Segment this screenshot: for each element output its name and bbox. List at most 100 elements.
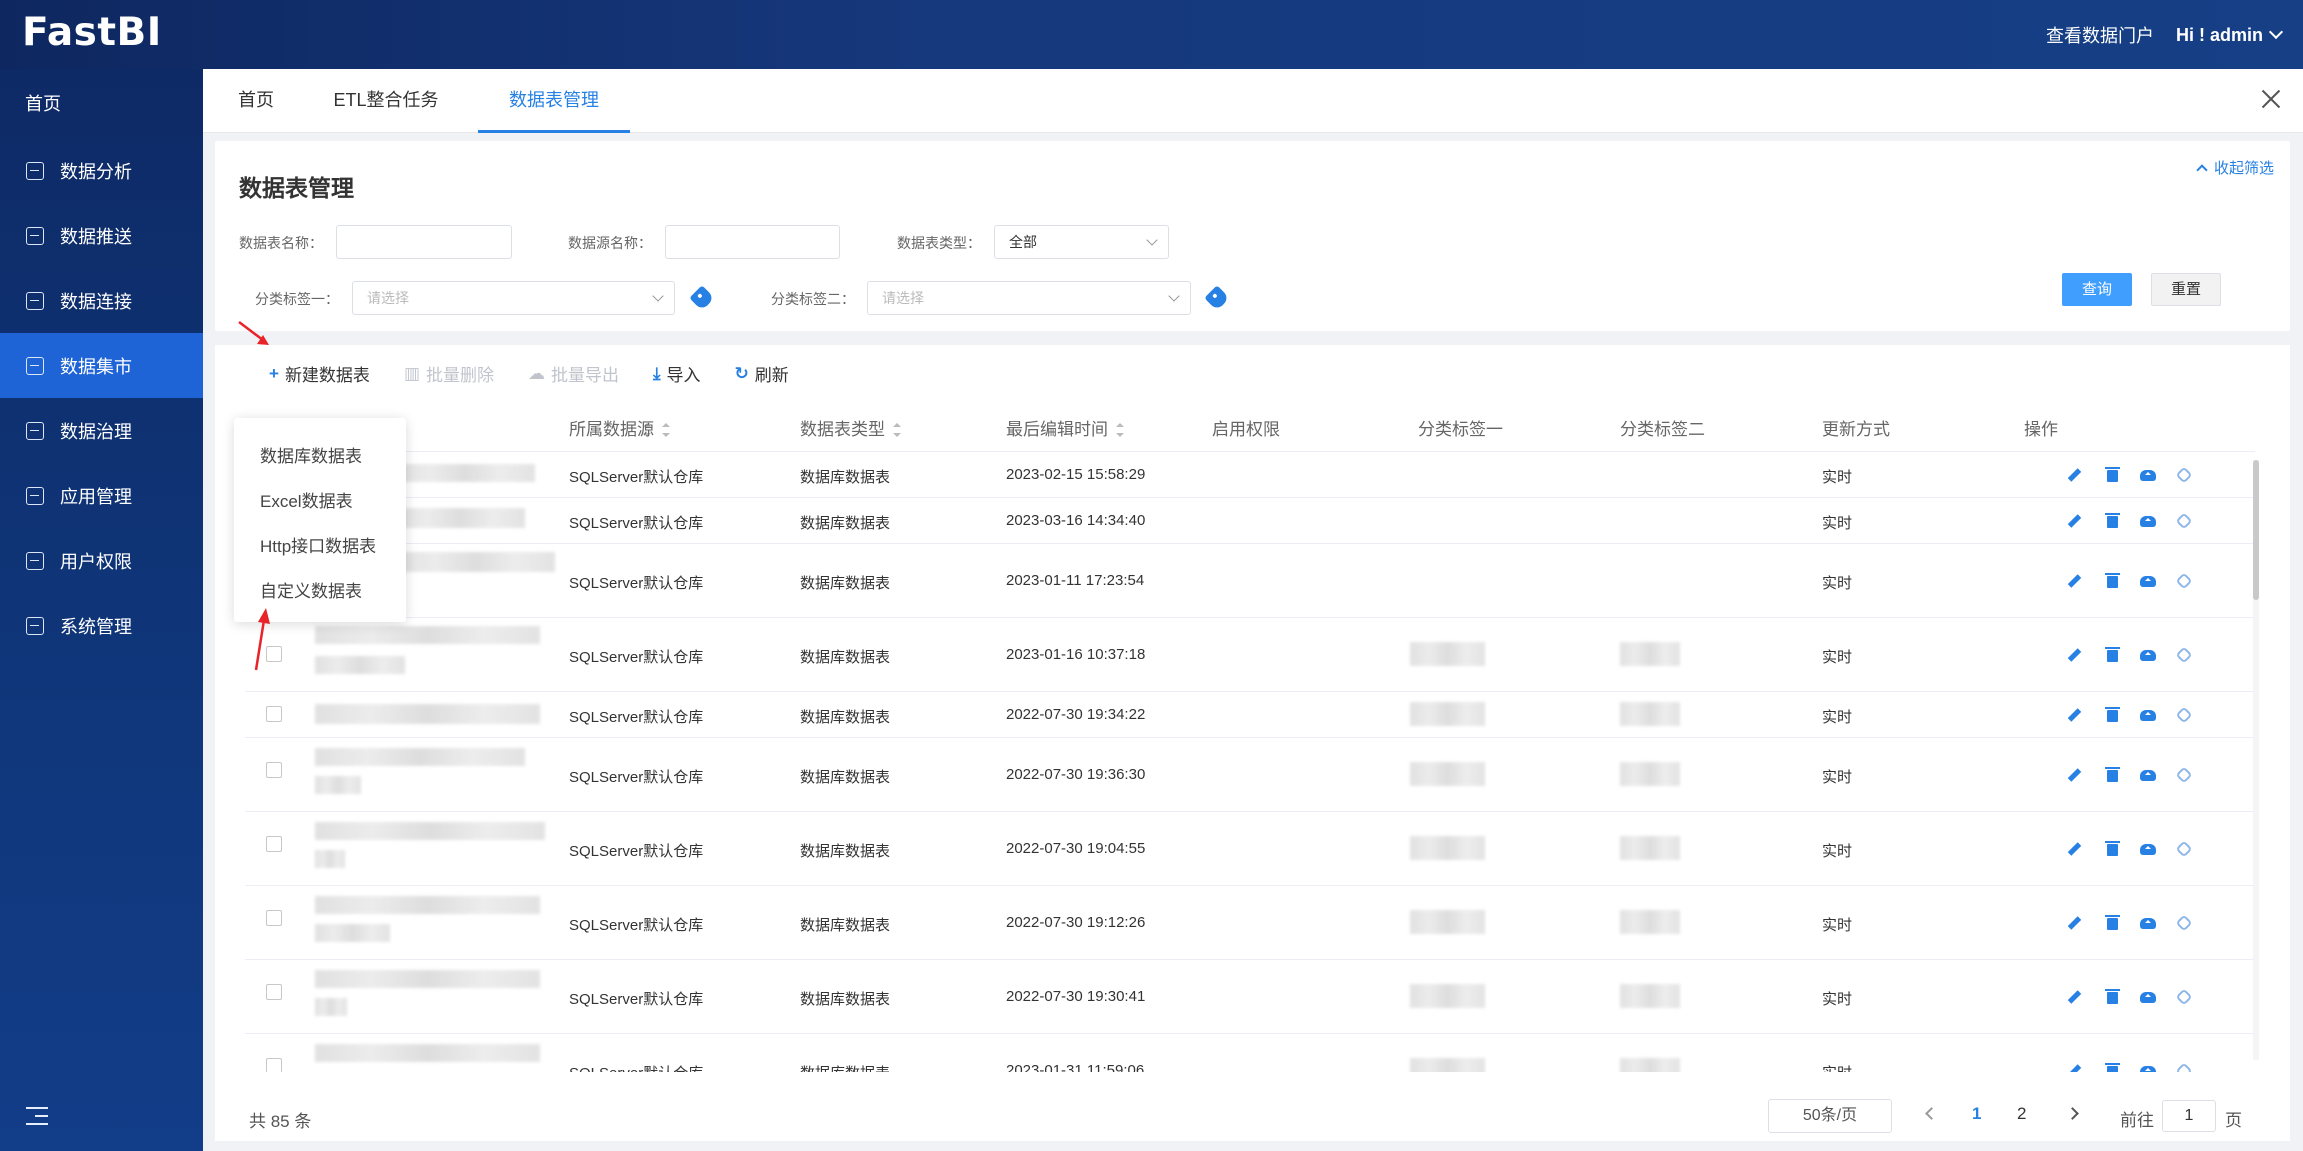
table-row[interactable]: SQLServer默认仓库 数据库数据表 2022-07-30 19:30:41… xyxy=(245,960,2255,1034)
edit-icon[interactable] xyxy=(2069,990,2083,1004)
row-checkbox[interactable] xyxy=(266,836,282,852)
batch-delete-button[interactable]: ▥ 批量删除 xyxy=(404,361,494,386)
column-type[interactable]: 数据表类型 xyxy=(800,407,901,452)
edit-icon[interactable] xyxy=(2069,708,2083,722)
close-icon[interactable] xyxy=(2261,89,2281,109)
sidebar-item-data-governance[interactable]: 数据治理 xyxy=(0,398,203,463)
table-row[interactable]: SQLServer默认仓库 数据库数据表 2023-02-15 15:58:29… xyxy=(245,452,2255,498)
sidebar-item-system-management[interactable]: 系统管理 xyxy=(0,593,203,658)
menu-collapse-icon[interactable] xyxy=(26,1107,48,1125)
link-icon[interactable] xyxy=(2175,706,2193,724)
delete-icon[interactable] xyxy=(2105,647,2120,662)
tag1-select[interactable]: 请选择 xyxy=(352,281,675,315)
cloud-upload-icon[interactable] xyxy=(2140,769,2156,781)
page-1[interactable]: 1 xyxy=(1972,1104,1981,1124)
batch-export-button[interactable]: ☁ 批量导出 xyxy=(528,361,619,386)
sidebar-item-data-mart[interactable]: 数据集市 xyxy=(0,333,203,398)
query-button[interactable]: 查询 xyxy=(2062,273,2132,306)
link-icon[interactable] xyxy=(2175,766,2193,784)
cloud-upload-icon[interactable] xyxy=(2140,575,2156,587)
edit-icon[interactable] xyxy=(2069,648,2083,662)
cloud-upload-icon[interactable] xyxy=(2140,709,2156,721)
delete-icon[interactable] xyxy=(2105,467,2120,482)
table-row[interactable]: SQLServer默认仓库 数据库数据表 2023-01-11 17:23:54… xyxy=(245,544,2255,618)
tab-home[interactable]: 首页 xyxy=(236,69,276,133)
tag2-select[interactable]: 请选择 xyxy=(867,281,1191,315)
table-row[interactable]: SQLServer默认仓库 数据库数据表 2023-01-16 10:37:18… xyxy=(245,618,2255,692)
source-name-input[interactable] xyxy=(665,225,840,259)
menu-item-database-table[interactable]: 数据库数据表 xyxy=(260,442,362,467)
column-source[interactable]: 所属数据源 xyxy=(569,407,670,452)
link-icon[interactable] xyxy=(2175,572,2193,590)
table-name-input[interactable] xyxy=(336,225,512,259)
table-scrollbar[interactable] xyxy=(2253,460,2259,1060)
page-2[interactable]: 2 xyxy=(2017,1104,2026,1124)
sidebar-item-data-connection[interactable]: 数据连接 xyxy=(0,268,203,333)
cloud-upload-icon[interactable] xyxy=(2140,469,2156,481)
menu-item-http-table[interactable]: Http接口数据表 xyxy=(260,532,376,557)
table-type-select[interactable]: 全部 xyxy=(994,225,1169,259)
link-icon[interactable] xyxy=(2175,466,2193,484)
delete-icon[interactable] xyxy=(2105,513,2120,528)
cloud-upload-icon[interactable] xyxy=(2140,649,2156,661)
row-checkbox[interactable] xyxy=(266,762,282,778)
cloud-upload-icon[interactable] xyxy=(2140,515,2156,527)
edit-icon[interactable] xyxy=(2069,1064,2083,1072)
table-row[interactable]: SQLServer默认仓库 数据库数据表 2022-07-30 19:12:26… xyxy=(245,886,2255,960)
link-icon[interactable] xyxy=(2175,840,2193,858)
link-icon[interactable] xyxy=(2175,988,2193,1006)
column-edited[interactable]: 最后编辑时间 xyxy=(1006,407,1124,452)
row-checkbox[interactable] xyxy=(266,1058,282,1072)
delete-icon[interactable] xyxy=(2105,707,2120,722)
edit-icon[interactable] xyxy=(2069,574,2083,588)
sidebar-item-app-management[interactable]: 应用管理 xyxy=(0,463,203,528)
data-portal-link[interactable]: 查看数据门户 xyxy=(2046,22,2154,48)
link-icon[interactable] xyxy=(2175,646,2193,664)
menu-item-custom-table[interactable]: 自定义数据表 xyxy=(260,577,362,602)
table-row[interactable]: SQLServer默认仓库 数据库数据表 2022-07-30 19:34:22… xyxy=(245,692,2255,738)
tag-icon[interactable] xyxy=(1204,285,1230,311)
delete-icon[interactable] xyxy=(2105,915,2120,930)
edit-icon[interactable] xyxy=(2069,842,2083,856)
sidebar-item-user-permissions[interactable]: 用户权限 xyxy=(0,528,203,593)
new-table-button[interactable]: + 新建数据表 xyxy=(269,361,370,386)
prev-page-icon[interactable] xyxy=(1925,1107,1938,1120)
table-row[interactable]: SQLServer默认仓库 数据库数据表 2022-07-30 19:04:55… xyxy=(245,812,2255,886)
row-checkbox[interactable] xyxy=(266,706,282,722)
link-icon[interactable] xyxy=(2175,914,2193,932)
row-checkbox[interactable] xyxy=(266,984,282,1000)
page-size-select[interactable]: 50条/页 xyxy=(1768,1099,1892,1133)
user-menu[interactable]: Hi ! admin xyxy=(2176,25,2284,46)
import-button[interactable]: ⤓ 导入 xyxy=(653,361,701,386)
delete-icon[interactable] xyxy=(2105,841,2120,856)
row-checkbox[interactable] xyxy=(266,910,282,926)
link-icon[interactable] xyxy=(2175,1062,2193,1072)
edit-icon[interactable] xyxy=(2069,514,2083,528)
edit-icon[interactable] xyxy=(2069,768,2083,782)
collapse-filter-button[interactable]: 收起筛选 xyxy=(2196,157,2274,178)
cloud-upload-icon[interactable] xyxy=(2140,917,2156,929)
table-row[interactable]: SQLServer默认仓库 数据库数据表 2023-01-31 11:59:06… xyxy=(245,1034,2255,1072)
table-row[interactable]: SQLServer默认仓库 数据库数据表 2023-03-16 14:34:40… xyxy=(245,498,2255,544)
goto-page-input[interactable]: 1 xyxy=(2162,1100,2216,1132)
table-row[interactable]: SQLServer默认仓库 数据库数据表 2022-07-30 19:36:30… xyxy=(245,738,2255,812)
edit-icon[interactable] xyxy=(2069,916,2083,930)
cloud-upload-icon[interactable] xyxy=(2140,843,2156,855)
edit-icon[interactable] xyxy=(2069,468,2083,482)
reset-button[interactable]: 重置 xyxy=(2151,273,2221,306)
menu-item-excel-table[interactable]: Excel数据表 xyxy=(260,487,353,512)
cloud-upload-icon[interactable] xyxy=(2140,1065,2156,1072)
delete-icon[interactable] xyxy=(2105,573,2120,588)
delete-icon[interactable] xyxy=(2105,989,2120,1004)
delete-icon[interactable] xyxy=(2105,1063,2120,1072)
refresh-button[interactable]: ↻ 刷新 xyxy=(735,361,789,386)
link-icon[interactable] xyxy=(2175,512,2193,530)
tab-etl[interactable]: ETL整合任务 xyxy=(331,69,441,133)
sidebar-item-home[interactable]: 首页 xyxy=(25,90,61,116)
sidebar-item-data-analysis[interactable]: 数据分析 xyxy=(0,138,203,203)
delete-icon[interactable] xyxy=(2105,767,2120,782)
cloud-upload-icon[interactable] xyxy=(2140,991,2156,1003)
sidebar-item-data-push[interactable]: 数据推送 xyxy=(0,203,203,268)
scrollbar-thumb[interactable] xyxy=(2253,460,2259,600)
tab-table-management[interactable]: 数据表管理 xyxy=(478,69,630,133)
